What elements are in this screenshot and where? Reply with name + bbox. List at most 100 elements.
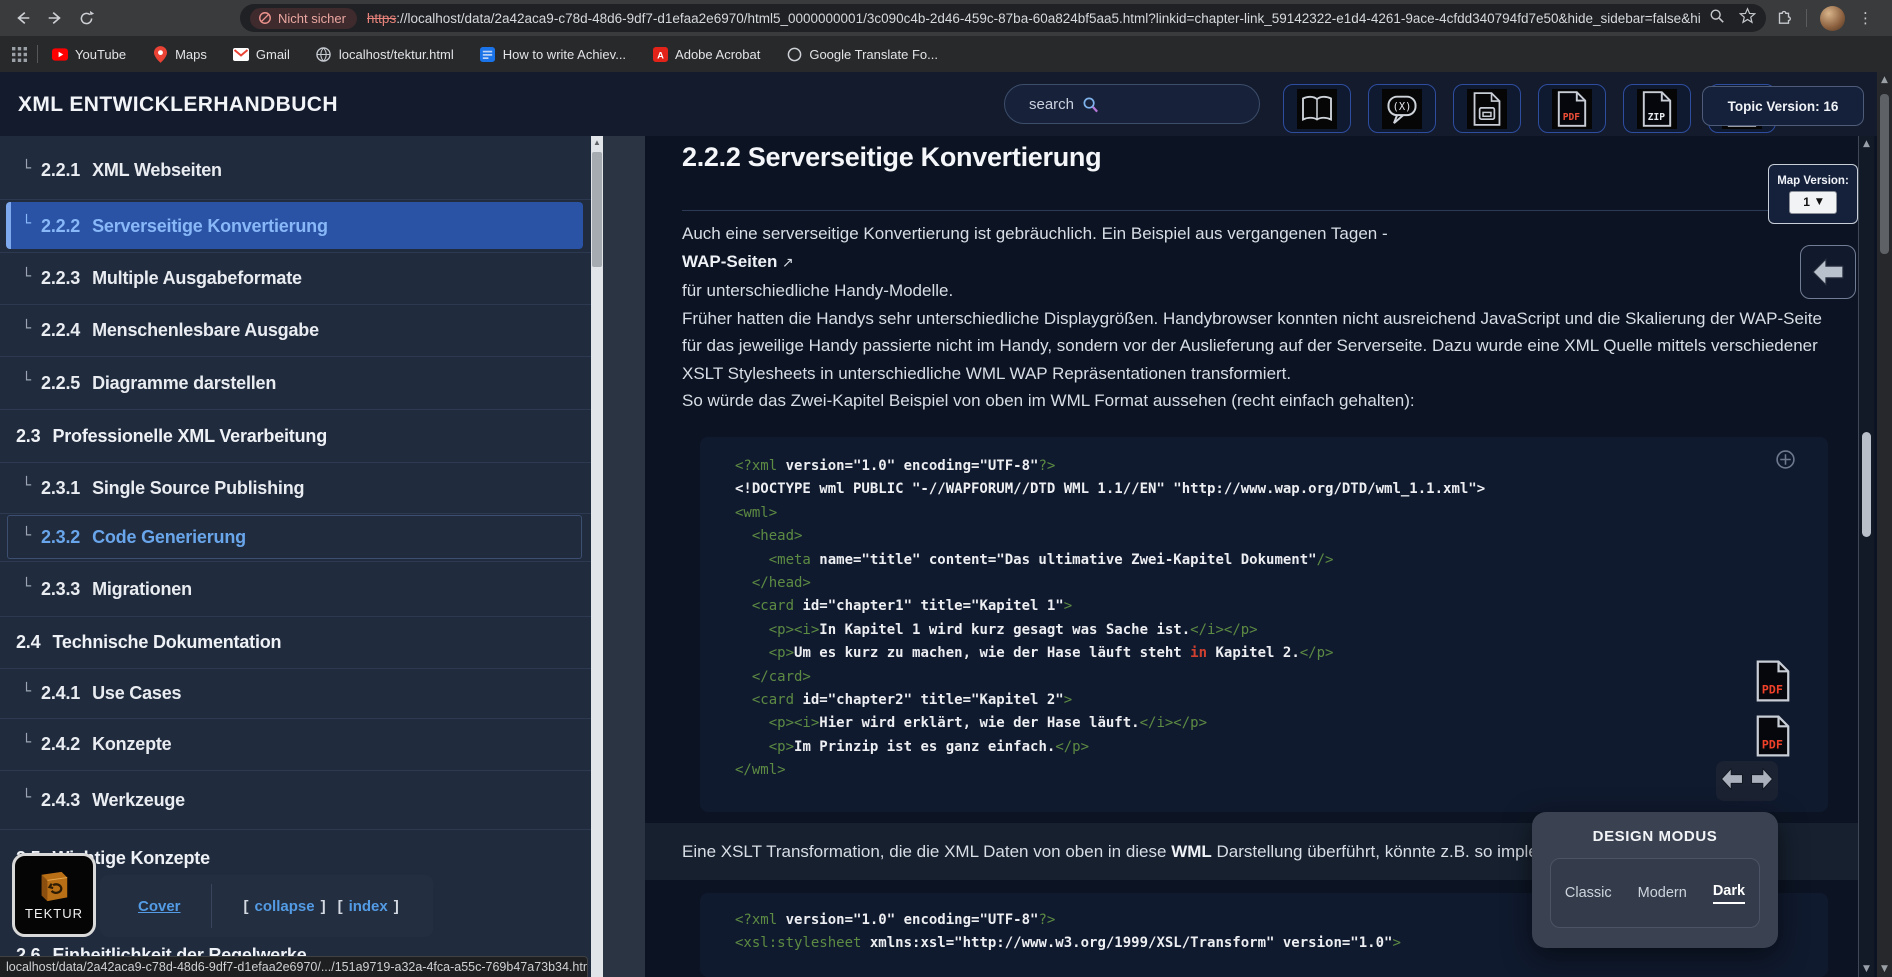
sidebar-item-2-2-4[interactable]: └2.2.4Menschenlesbare Ausgabe	[0, 305, 591, 357]
item-label: Menschenlesbare Ausgabe	[92, 320, 319, 341]
browser-menu-icon[interactable]: ⋮	[1858, 9, 1874, 27]
sidebar-item-2-4[interactable]: 2.4Technische Dokumentation	[0, 617, 591, 669]
reload-icon[interactable]	[78, 10, 95, 27]
translate-icon	[786, 46, 802, 62]
page-title: 2.2.2 Serverseitige Konvertierung	[682, 142, 1101, 173]
design-modus-options: Classic Modern Dark	[1550, 858, 1760, 928]
item-number: 2.2.5	[41, 373, 80, 394]
code-line: </card>	[700, 666, 1828, 689]
scroll-up-arrow[interactable]: ▲	[1877, 75, 1892, 85]
security-badge[interactable]: Nicht sicher	[250, 8, 357, 29]
sidebar-item-2-3-3[interactable]: └2.3.3Migrationen	[0, 562, 591, 617]
back-nav-icon[interactable]	[14, 9, 32, 27]
back-arrow-icon	[1810, 256, 1846, 288]
bookmark-label: YouTube	[75, 47, 126, 62]
design-mode-dark[interactable]: Dark	[1713, 883, 1745, 904]
code-line: <card id="chapter2" title="Kapitel 2">	[700, 689, 1828, 712]
scroll-down-arrow[interactable]: ▼	[1859, 964, 1874, 974]
sidebar-content-gap	[603, 136, 645, 977]
apps-grid-icon[interactable]	[0, 47, 37, 62]
sidebar-item-2-3[interactable]: 2.3Professionelle XML Verarbeitung	[0, 410, 591, 463]
sidebar-item-2-3-1[interactable]: └2.3.1Single Source Publishing	[0, 463, 591, 514]
scroll-up-arrow[interactable]: ▲	[1859, 139, 1874, 149]
scrollbar-thumb[interactable]	[1862, 432, 1871, 537]
sidebar-item-2-2-5[interactable]: └2.2.5Diagramme darstellen	[0, 357, 591, 410]
zoom-page-icon[interactable]	[1709, 8, 1725, 29]
search-placeholder: search	[1029, 96, 1074, 113]
bracket: [	[338, 898, 343, 915]
sidebar-item-2-2-3[interactable]: └2.2.3Multiple Ausgabeformate	[0, 253, 591, 305]
scrollbar-thumb[interactable]	[592, 152, 602, 267]
code-line: <p><i>Hier wird erklärt, wie der Hase lä…	[700, 712, 1828, 735]
code-line: <p><i>In Kapitel 1 wird kurz gesagt was …	[700, 619, 1828, 642]
url-bar[interactable]: Nicht sicher https://localhost/data/2a42…	[240, 4, 1766, 32]
youtube-icon	[52, 46, 68, 62]
bookmark-item[interactable]: YouTube	[52, 46, 126, 62]
pdf-export-icon: PDF	[1552, 89, 1592, 129]
copy-document-button[interactable]	[1453, 84, 1521, 133]
item-label: Konzepte	[92, 734, 171, 755]
bookmark-label: Gmail	[256, 47, 290, 62]
pdf-icon[interactable]: PDF	[1755, 660, 1791, 702]
forward-nav-icon[interactable]	[46, 9, 64, 27]
item-label: Code Generierung	[92, 527, 246, 548]
toolbar-separator	[1806, 9, 1807, 27]
sidebar-item-2-3-2[interactable]: └2.3.2Code Generierung	[0, 514, 591, 562]
external-link-icon: ↗	[777, 255, 793, 271]
scroll-down-arrow[interactable]: ▼	[1877, 964, 1892, 974]
design-mode-classic[interactable]: Classic	[1565, 885, 1612, 901]
bookmark-item[interactable]: Gmail	[233, 46, 290, 62]
design-mode-modern[interactable]: Modern	[1638, 885, 1687, 901]
comment-icon: (X)	[1382, 89, 1422, 129]
sidebar-item-2-2-2[interactable]: └2.2.2Serverseitige Konvertierung	[0, 200, 591, 253]
expand-icon[interactable]	[1775, 449, 1796, 474]
item-number: 2.2.2	[41, 216, 80, 237]
book-button[interactable]	[1283, 84, 1351, 133]
bookmark-label: localhost/tektur.html	[339, 47, 454, 62]
bookmark-star-icon[interactable]	[1739, 7, 1756, 29]
next-chapter-button[interactable]	[1749, 766, 1775, 797]
sidebar-item-2-4-1[interactable]: └2.4.1Use Cases	[0, 669, 591, 719]
collapse-link[interactable]: collapse	[255, 898, 315, 915]
svg-text:ZIP: ZIP	[1648, 111, 1666, 122]
bookmark-item[interactable]: localhost/tektur.html	[316, 46, 454, 62]
code-line: </head>	[700, 572, 1828, 595]
zip-export-button[interactable]: ZIP	[1623, 84, 1691, 133]
map-version-select[interactable]: 1 ▼	[1789, 191, 1837, 214]
item-number: 2.3.1	[41, 478, 80, 499]
bookmark-item[interactable]: Maps	[152, 46, 207, 62]
sidebar-scrollbar[interactable]: ▲	[591, 136, 603, 977]
comment-button[interactable]: (X)	[1368, 84, 1436, 133]
scroll-up-arrow[interactable]: ▲	[591, 136, 603, 150]
sidebar-item-2-2-1[interactable]: └2.2.1XML Webseiten	[0, 142, 591, 200]
app-title: XML ENTWICKLERHANDBUCH	[18, 93, 338, 117]
pdf-export-button[interactable]: PDF	[1538, 84, 1606, 133]
bookmark-item[interactable]: AAdobe Acrobat	[652, 46, 760, 62]
extensions-icon[interactable]	[1775, 7, 1793, 30]
back-button[interactable]	[1800, 245, 1856, 299]
item-label: Migrationen	[92, 579, 192, 600]
copy-document-icon	[1467, 89, 1507, 129]
sidebar-item-2-4-2[interactable]: └2.4.2Konzepte	[0, 719, 591, 771]
profile-avatar[interactable]	[1820, 6, 1845, 31]
sidebar-item-2-4-3[interactable]: └2.4.3Werkzeuge	[0, 771, 591, 830]
xslt-paragraph: Eine XSLT Transformation, die die XML Da…	[682, 842, 1664, 862]
bookmarks-separator	[37, 45, 38, 63]
book-icon	[1297, 89, 1337, 129]
prev-chapter-button[interactable]	[1719, 766, 1745, 797]
pdf-icon[interactable]: PDF	[1755, 715, 1791, 757]
search-input[interactable]: search	[1004, 84, 1260, 124]
logo-label: TEKTUR	[25, 906, 83, 921]
browser-scrollbar[interactable]: ▲ ▼	[1877, 72, 1892, 977]
index-link[interactable]: index	[349, 898, 388, 915]
tree-branch-icon: └	[22, 371, 31, 389]
bookmark-item[interactable]: Google Translate Fo...	[786, 46, 938, 62]
cover-link[interactable]: Cover	[138, 898, 181, 915]
browser-toolbar: Nicht sicher https://localhost/data/2a42…	[0, 0, 1892, 36]
intro-paragraph: Auch eine serverseitige Konvertierung is…	[682, 220, 1832, 415]
bookmark-item[interactable]: How to write Achiev...	[480, 46, 626, 62]
not-secure-icon	[258, 11, 272, 25]
scrollbar-thumb[interactable]	[1880, 94, 1889, 254]
tektur-logo[interactable]: TEKTUR	[12, 853, 96, 937]
content-scrollbar[interactable]: ▲ ▼	[1858, 136, 1874, 977]
